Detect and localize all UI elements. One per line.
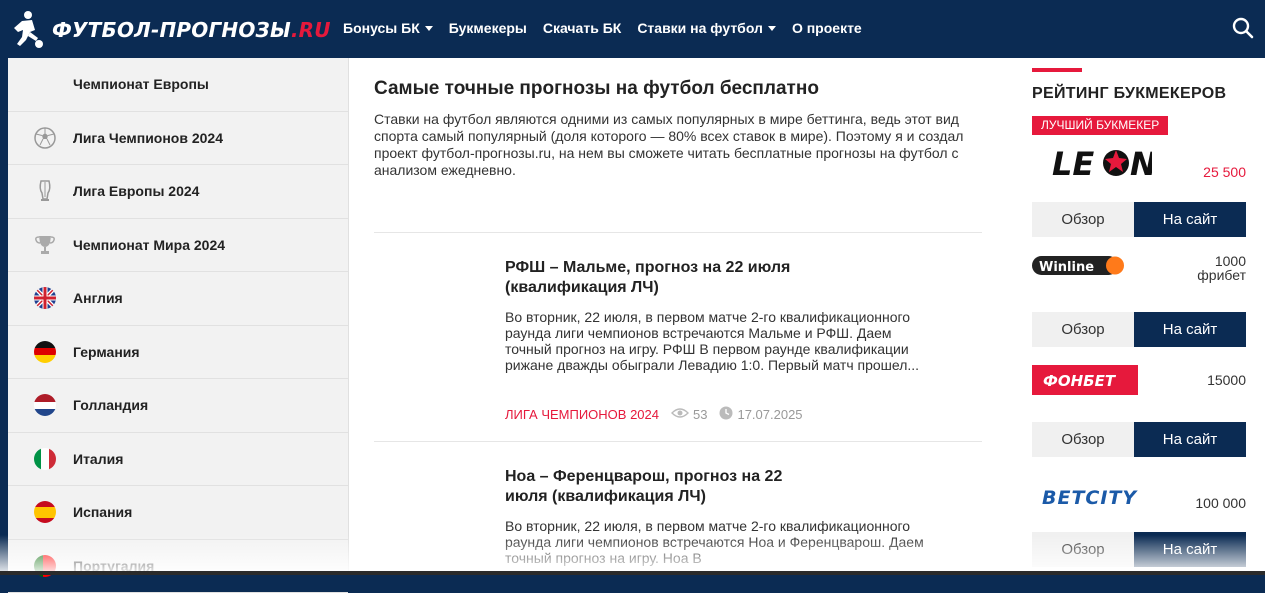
netherlands-flag-icon	[33, 393, 57, 417]
svg-text:Winline: Winline	[1039, 260, 1094, 275]
nav-label: Ставки на футбол	[637, 20, 763, 36]
article-excerpt: Во вторник, 22 июля, в первом матче 2-го…	[505, 518, 925, 566]
sidebar-item-label: Чемпионат Европы	[73, 76, 209, 92]
review-button[interactable]: Обзор	[1032, 532, 1134, 567]
bookmaker-bonus: 25 500	[1176, 165, 1246, 179]
review-button[interactable]: Обзор	[1032, 202, 1134, 237]
spain-flag-icon	[33, 500, 57, 524]
sidebar-item-champions-league[interactable]: Лига Чемпионов 2024	[8, 112, 348, 166]
intro-text: Ставки на футбол являются одними из самы…	[374, 111, 984, 179]
review-button[interactable]: Обзор	[1032, 422, 1134, 457]
nav-label: О проекте	[792, 20, 862, 36]
clock-icon	[719, 406, 733, 423]
sidebar-item-portugal[interactable]: Португалия	[8, 540, 348, 593]
accent-bar	[1032, 68, 1082, 72]
visit-site-button[interactable]: На сайт	[1134, 532, 1246, 567]
sidebar-item-spain[interactable]: Испания	[8, 486, 348, 540]
bottom-edge	[0, 571, 1265, 575]
eye-icon	[671, 407, 689, 422]
bookmaker-bonus: 100 000	[1176, 496, 1246, 510]
sidebar: Чемпионат Европы Лига Чемпионов 2024 Лиг…	[8, 58, 349, 575]
world-cup-icon	[33, 233, 57, 257]
svg-text:BETCITY: BETCITY	[1042, 487, 1138, 509]
site-header: ФУТБОЛ-ПРОГНОЗЫ.RU Бонусы БК Букмекеры С…	[0, 0, 1265, 58]
article-title[interactable]: Ноа – Ференцварош, прогноз на 22 июля (к…	[505, 467, 825, 507]
leon-logo[interactable]: LE N	[1052, 145, 1152, 186]
nav-label: Бонусы БК	[343, 20, 420, 36]
sidebar-item-label: Италия	[73, 451, 123, 467]
nav-label: Букмекеры	[449, 20, 527, 36]
sidebar-item-germany[interactable]: Германия	[8, 326, 348, 380]
sidebar-item-label: Чемпионат Мира 2024	[73, 237, 225, 253]
winline-logo[interactable]: Winline	[1032, 255, 1128, 282]
nav-label: Скачать БК	[543, 20, 621, 36]
nav-about[interactable]: О проекте	[792, 20, 862, 36]
visit-site-button[interactable]: На сайт	[1134, 312, 1246, 347]
footballer-logo-icon	[8, 10, 44, 50]
main-content: Самые точные прогнозы на футбол бесплатн…	[349, 58, 1006, 575]
svg-text:LE: LE	[1052, 145, 1094, 181]
svg-text:N: N	[1130, 145, 1152, 181]
nav-download[interactable]: Скачать БК	[543, 20, 621, 36]
sidebar-item-label: Голландия	[73, 397, 148, 413]
rating-title: РЕЙТИНГ БУКМЕКЕРОВ	[1032, 85, 1226, 103]
article-title[interactable]: РФШ – Мальме, прогноз на 22 июля (квалиф…	[505, 258, 825, 298]
article-meta: Лига Чемпионов 2024 53 17.07.2025	[505, 406, 803, 423]
sidebar-item-italy[interactable]: Италия	[8, 433, 348, 487]
italy-flag-icon	[33, 447, 57, 471]
sidebar-item-world-cup[interactable]: Чемпионат Мира 2024	[8, 219, 348, 273]
divider	[374, 441, 982, 442]
best-bookmaker-badge: ЛУЧШИЙ БУКМЕКЕР	[1032, 116, 1168, 135]
main-nav: Бонусы БК Букмекеры Скачать БК Ставки на…	[343, 20, 878, 36]
article-category[interactable]: Лига Чемпионов 2024	[505, 407, 659, 422]
visit-site-button[interactable]: На сайт	[1134, 422, 1246, 457]
svg-text:ФОНБЕТ: ФОНБЕТ	[1043, 372, 1117, 390]
page-title: Самые точные прогнозы на футбол бесплатн…	[374, 78, 819, 100]
logo-text-domain: .RU	[291, 18, 331, 42]
nav-bookmakers[interactable]: Букмекеры	[449, 20, 527, 36]
ball-icon	[33, 126, 57, 150]
bookmaker-rating: РЕЙТИНГ БУКМЕКЕРОВ ЛУЧШИЙ БУКМЕКЕР LE N …	[1006, 58, 1265, 575]
article-date: 17.07.2025	[737, 407, 802, 422]
nav-bonuses[interactable]: Бонусы БК	[343, 20, 433, 36]
nav-football-bets[interactable]: Ставки на футбол	[637, 20, 776, 36]
site-logo[interactable]: ФУТБОЛ-ПРОГНОЗЫ.RU	[8, 10, 331, 50]
sidebar-item-label: Лига Чемпионов 2024	[73, 130, 223, 146]
sidebar-item-label: Англия	[73, 290, 123, 306]
article-excerpt: Во вторник, 22 июля, в первом матче 2-го…	[505, 309, 925, 373]
article-views: 53	[693, 407, 707, 422]
divider	[374, 232, 982, 233]
sidebar-item-label: Испания	[73, 504, 132, 520]
chevron-down-icon	[425, 26, 433, 31]
uk-flag-icon	[33, 286, 57, 310]
logo-text: ФУТБОЛ-ПРОГНОЗЫ.RU	[52, 18, 331, 42]
europa-cup-icon	[33, 179, 57, 203]
search-icon[interactable]	[1232, 17, 1254, 39]
sidebar-item-england[interactable]: Англия	[8, 272, 348, 326]
chevron-down-icon	[768, 26, 776, 31]
sidebar-item-europa-league[interactable]: Лига Европы 2024	[8, 165, 348, 219]
betcity-logo[interactable]: BETCITY	[1042, 483, 1172, 516]
logo-text-main: ФУТБОЛ-ПРОГНОЗЫ	[52, 18, 291, 42]
sidebar-item-label: Лига Европы 2024	[73, 183, 199, 199]
sidebar-item-euro[interactable]: Чемпионат Европы	[8, 58, 348, 112]
sidebar-item-netherlands[interactable]: Голландия	[8, 379, 348, 433]
review-button[interactable]: Обзор	[1032, 312, 1134, 347]
fonbet-logo[interactable]: ФОНБЕТ	[1032, 365, 1138, 400]
visit-site-button[interactable]: На сайт	[1134, 202, 1246, 237]
bookmaker-bonus: 1000 фрибет	[1176, 254, 1246, 282]
sidebar-item-label: Германия	[73, 344, 140, 360]
germany-flag-icon	[33, 340, 57, 364]
bookmaker-bonus: 15000	[1176, 373, 1246, 387]
